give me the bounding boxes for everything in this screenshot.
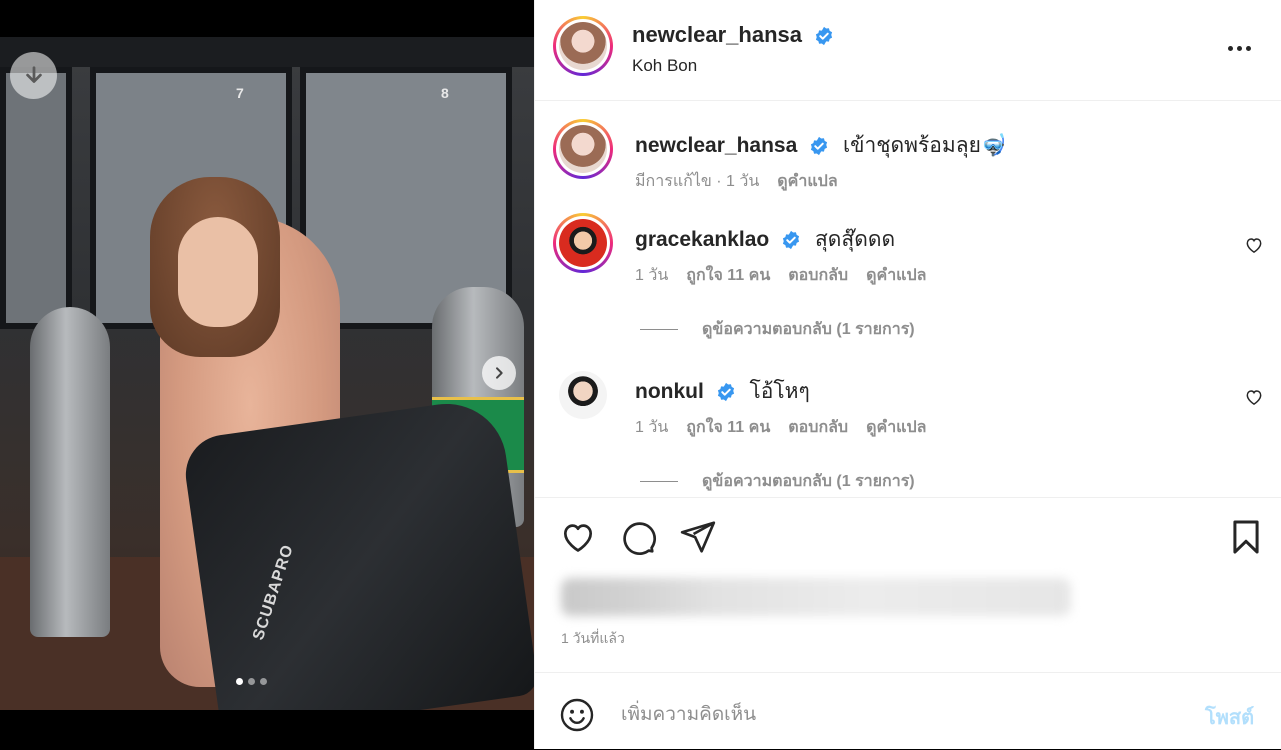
commenter-username[interactable]: gracekanklao	[635, 228, 769, 251]
comment-text: โอ้โหๆ	[749, 380, 810, 403]
more-icon	[1246, 45, 1251, 51]
emoji-icon[interactable]	[559, 697, 595, 733]
comment-time: 1 วัน	[635, 267, 669, 284]
post-comment-button[interactable]: โพสต์	[1205, 701, 1254, 733]
likes-summary-blurred	[561, 578, 1071, 616]
more-icon	[1237, 45, 1242, 51]
caption-text: เข้าชุดพร้อมลุย🤿	[842, 134, 1008, 157]
comment-meta: 1 วัน ถูกใจ 11 คน ตอบกลับ ดูคำแปล	[635, 263, 926, 288]
avatar-image	[559, 22, 607, 70]
photo-person-face	[178, 217, 258, 327]
photo-locker	[0, 67, 72, 329]
post-time-ago: 1 วันที่แล้ว	[561, 630, 625, 646]
caption-username[interactable]: newclear_hansa	[635, 134, 797, 157]
comment-like-icon[interactable]	[1244, 235, 1264, 255]
next-photo-button[interactable]	[482, 356, 516, 390]
caption-body: newclear_hansa เข้าชุดพร้อมลุย🤿	[635, 129, 1007, 162]
view-replies-link[interactable]: ดูข้อความตอบกลับ (1 รายการ)	[640, 469, 915, 494]
view-replies-label: ดูข้อความตอบกลับ (1 รายการ)	[702, 473, 915, 490]
caption-avatar[interactable]	[553, 119, 613, 179]
post-caption: newclear_hansa เข้าชุดพร้อมลุย🤿 มีการแก้…	[535, 119, 1281, 199]
carousel-dot	[236, 678, 243, 685]
verified-icon	[811, 137, 828, 156]
author-username[interactable]: newclear_hansa	[632, 22, 802, 47]
post-action-bar	[535, 500, 1281, 572]
photo-rack	[0, 37, 534, 67]
bookmark-icon[interactable]	[1227, 518, 1265, 556]
verified-icon	[816, 27, 833, 46]
share-icon[interactable]	[679, 518, 717, 556]
commenter-avatar[interactable]	[553, 213, 613, 273]
comment-time: 1 วัน	[635, 419, 669, 436]
carousel-dot	[248, 678, 255, 685]
post-media-pane: 7 8 NI SCUBAPRO	[0, 0, 534, 749]
post-detail-pane: newclear_hansa Koh Bon newclear_hansa เข…	[534, 0, 1281, 749]
caption-edited-time: มีการแก้ไข · 1 วัน	[635, 173, 760, 190]
comment-likes[interactable]: ถูกใจ 11 คน	[686, 263, 770, 288]
comment-body: nonkul โอ้โหๆ	[635, 375, 810, 408]
download-icon	[25, 65, 42, 83]
comment-text: สุดสุ๊ดดด	[814, 228, 896, 251]
author-avatar[interactable]	[553, 16, 613, 76]
verified-icon	[783, 231, 800, 250]
commenter-username[interactable]: nonkul	[635, 380, 704, 403]
author-username-row: newclear_hansa	[632, 22, 834, 48]
comment-input[interactable]	[619, 699, 1183, 731]
comment-like-icon[interactable]	[1244, 387, 1264, 407]
caption-translate-link[interactable]: ดูคำแปล	[777, 169, 837, 194]
post-header: newclear_hansa Koh Bon	[535, 0, 1281, 101]
locker-number: 8	[441, 85, 449, 101]
chevron-right-icon	[496, 367, 503, 379]
more-icon	[1228, 45, 1233, 51]
comment-reply-link[interactable]: ตอบกลับ	[788, 415, 848, 440]
carousel-dot	[260, 678, 267, 685]
avatar-image	[559, 125, 607, 173]
avatar-image	[559, 371, 607, 419]
post-photo[interactable]: 7 8 NI SCUBAPRO	[0, 37, 534, 710]
comment-item: nonkul โอ้โหๆ 1 วัน ถูกใจ 11 คน ตอบกลับ …	[535, 365, 1281, 495]
view-replies-link[interactable]: ดูข้อความตอบกลับ (1 รายการ)	[640, 317, 915, 342]
comment-meta: 1 วัน ถูกใจ 11 คน ตอบกลับ ดูคำแปล	[635, 415, 926, 440]
locker-number: 7	[236, 85, 244, 101]
more-options-button[interactable]	[1228, 38, 1256, 58]
comment-icon[interactable]	[619, 518, 657, 556]
caption-meta: มีการแก้ไข · 1 วัน ดูคำแปล	[635, 169, 838, 194]
commenter-avatar[interactable]	[553, 365, 613, 425]
replies-divider	[640, 329, 678, 330]
add-comment-bar: โพสต์	[535, 672, 1281, 750]
replies-divider	[640, 481, 678, 482]
comment-item: gracekanklao สุดสุ๊ดดด 1 วัน ถูกใจ 11 คน…	[535, 213, 1281, 343]
photo-wetsuit	[180, 396, 534, 710]
view-replies-label: ดูข้อความตอบกลับ (1 รายการ)	[702, 321, 915, 338]
verified-icon	[717, 383, 734, 402]
photo-tank	[30, 307, 110, 637]
comment-body: gracekanklao สุดสุ๊ดดด	[635, 223, 895, 256]
avatar-image	[559, 219, 607, 267]
comment-likes[interactable]: ถูกใจ 11 คน	[686, 415, 770, 440]
comment-translate-link[interactable]: ดูคำแปล	[866, 415, 926, 440]
download-button[interactable]	[10, 52, 57, 99]
comment-translate-link[interactable]: ดูคำแปล	[866, 263, 926, 288]
heart-icon[interactable]	[559, 518, 597, 556]
comments-list[interactable]: newclear_hansa เข้าชุดพร้อมลุย🤿 มีการแก้…	[535, 101, 1281, 498]
comment-reply-link[interactable]: ตอบกลับ	[788, 263, 848, 288]
post-location[interactable]: Koh Bon	[632, 56, 697, 76]
carousel-indicator	[236, 678, 267, 685]
